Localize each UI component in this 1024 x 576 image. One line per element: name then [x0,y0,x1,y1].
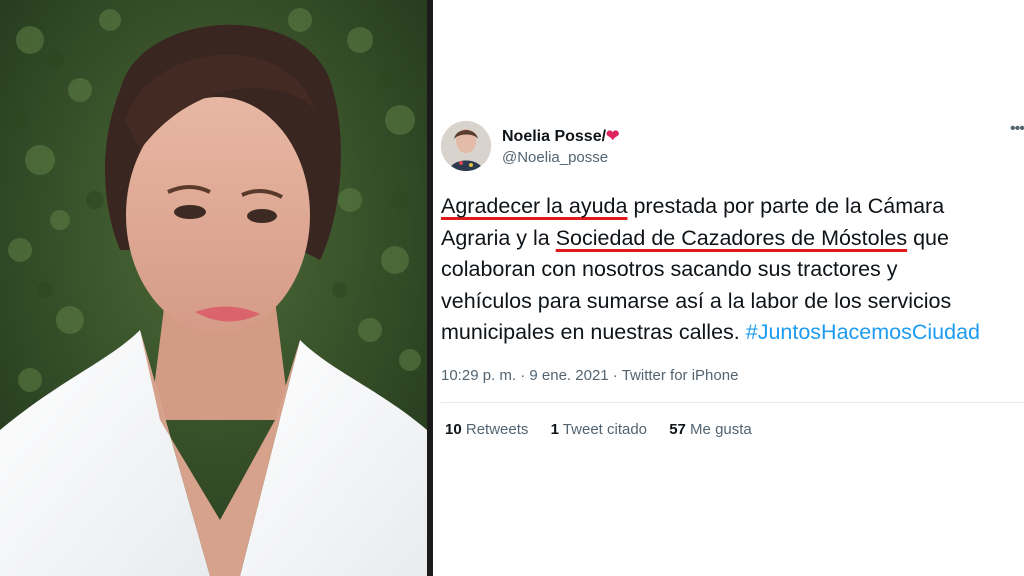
tweet-stats: 10 Retweets 1 Tweet citado 57 Me gusta [445,421,770,438]
text-segment: municipales en nuestras calles. [441,320,746,344]
meta-dot: · [608,367,622,384]
tweet-meta: 10:29 p. m. · 9 ene. 2021 · Twitter for … [441,367,738,384]
quotes-count: 1 [550,421,559,438]
text-segment: Agraria y la [441,225,556,250]
profile-photo [0,0,427,576]
retweets-count: 10 [445,421,462,438]
tweet-date[interactable]: 9 ene. 2021 [529,367,608,384]
divider-line [441,402,1024,403]
underlined-phrase-1: Agradecer la ayuda [441,194,628,218]
likes-label: Me gusta [685,421,752,438]
tweet-card: Noelia Posse/❤ @Noelia_posse ••• Agradec… [433,0,1024,576]
retweets-stat[interactable]: 10 Retweets [445,421,528,438]
likes-count: 57 [669,421,686,438]
tweet-text: Agradecer la ayuda prestada por parte de… [441,191,1024,349]
likes-stat[interactable]: 57 Me gusta [669,421,752,438]
avatar-image [441,121,491,171]
meta-dot: · [516,367,530,384]
tweet-time[interactable]: 10:29 p. m. [441,367,516,384]
quotes-stat[interactable]: 1 Tweet citado [551,421,647,438]
heart-icon: ❤ [606,128,620,145]
author-name[interactable]: Noelia Posse/❤ [502,126,619,146]
retweets-label: Retweets [461,421,529,438]
tweet-source[interactable]: Twitter for iPhone [622,367,739,384]
avatar[interactable] [441,121,491,171]
underlined-phrase-2: Sociedad de Cazadores de Móstoles [555,225,908,250]
quotes-label: Tweet citado [558,421,648,438]
text-segment: vehículos para sumarse así a la labor de… [441,288,952,313]
text-segment: prestada por parte de la Cámara [627,194,945,218]
text-segment: colaboran con nosotros sacando sus tract… [441,257,898,281]
hashtag-link[interactable]: #JuntosHacemosCiudad [746,320,980,344]
author-handle[interactable]: @Noelia_posse [502,149,608,166]
author-name-text: Noelia Posse/ [502,128,607,145]
more-icon[interactable]: ••• [1010,120,1024,138]
portrait-illustration [0,0,427,576]
text-segment: que [907,225,949,250]
